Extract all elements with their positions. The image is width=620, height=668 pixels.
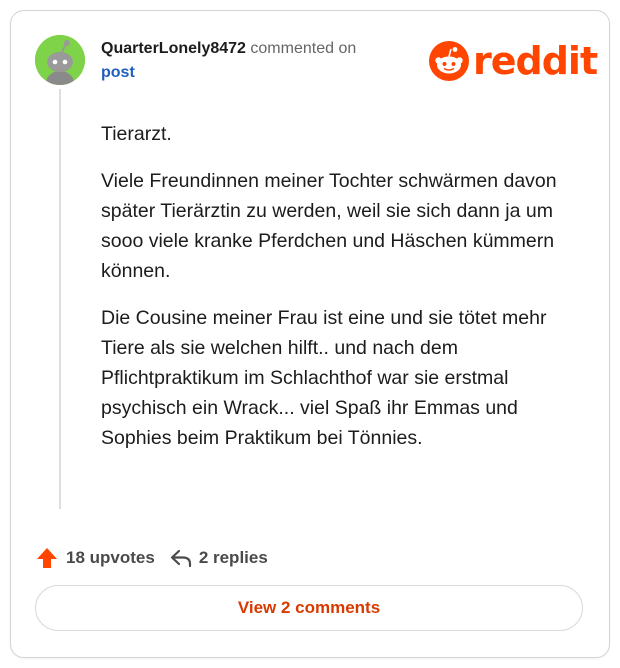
comment-paragraph: Viele Freundinnen meiner Tochter schwärm… bbox=[101, 170, 557, 282]
reddit-logo-icon bbox=[429, 41, 469, 81]
comment-paragraph: Die Cousine meiner Frau ist eine und sie… bbox=[101, 307, 547, 449]
reddit-wordmark: reddit bbox=[473, 39, 598, 83]
upvote-stat[interactable]: 18 upvotes bbox=[35, 546, 155, 570]
author-name[interactable]: QuarterLonely8472 bbox=[101, 40, 246, 57]
reply-icon[interactable] bbox=[169, 546, 193, 570]
upvote-arrow-icon[interactable] bbox=[35, 546, 59, 570]
upvote-count: 18 upvotes bbox=[66, 548, 155, 567]
reply-count: 2 replies bbox=[198, 548, 268, 567]
thread-line bbox=[59, 89, 61, 509]
post-link[interactable]: post bbox=[101, 63, 135, 83]
action-text: commented on bbox=[250, 40, 357, 57]
comment-body: Tierarzt. Viele Freundinnen meiner Tocht… bbox=[101, 119, 571, 470]
reddit-logo: reddit bbox=[429, 39, 598, 83]
comment-header: QuarterLonely8472 commented on bbox=[101, 39, 356, 59]
reply-stat[interactable]: 2 replies bbox=[169, 546, 268, 570]
view-comments-button[interactable]: View 2 comments bbox=[35, 585, 583, 631]
comment-footer: 18 upvotes 2 replies bbox=[35, 546, 268, 570]
comment-card: QuarterLonely8472 commented on post redd… bbox=[10, 10, 610, 658]
avatar[interactable] bbox=[35, 35, 85, 85]
snoo-avatar-icon bbox=[35, 35, 85, 85]
comment-paragraph: Tierarzt. bbox=[101, 123, 172, 145]
